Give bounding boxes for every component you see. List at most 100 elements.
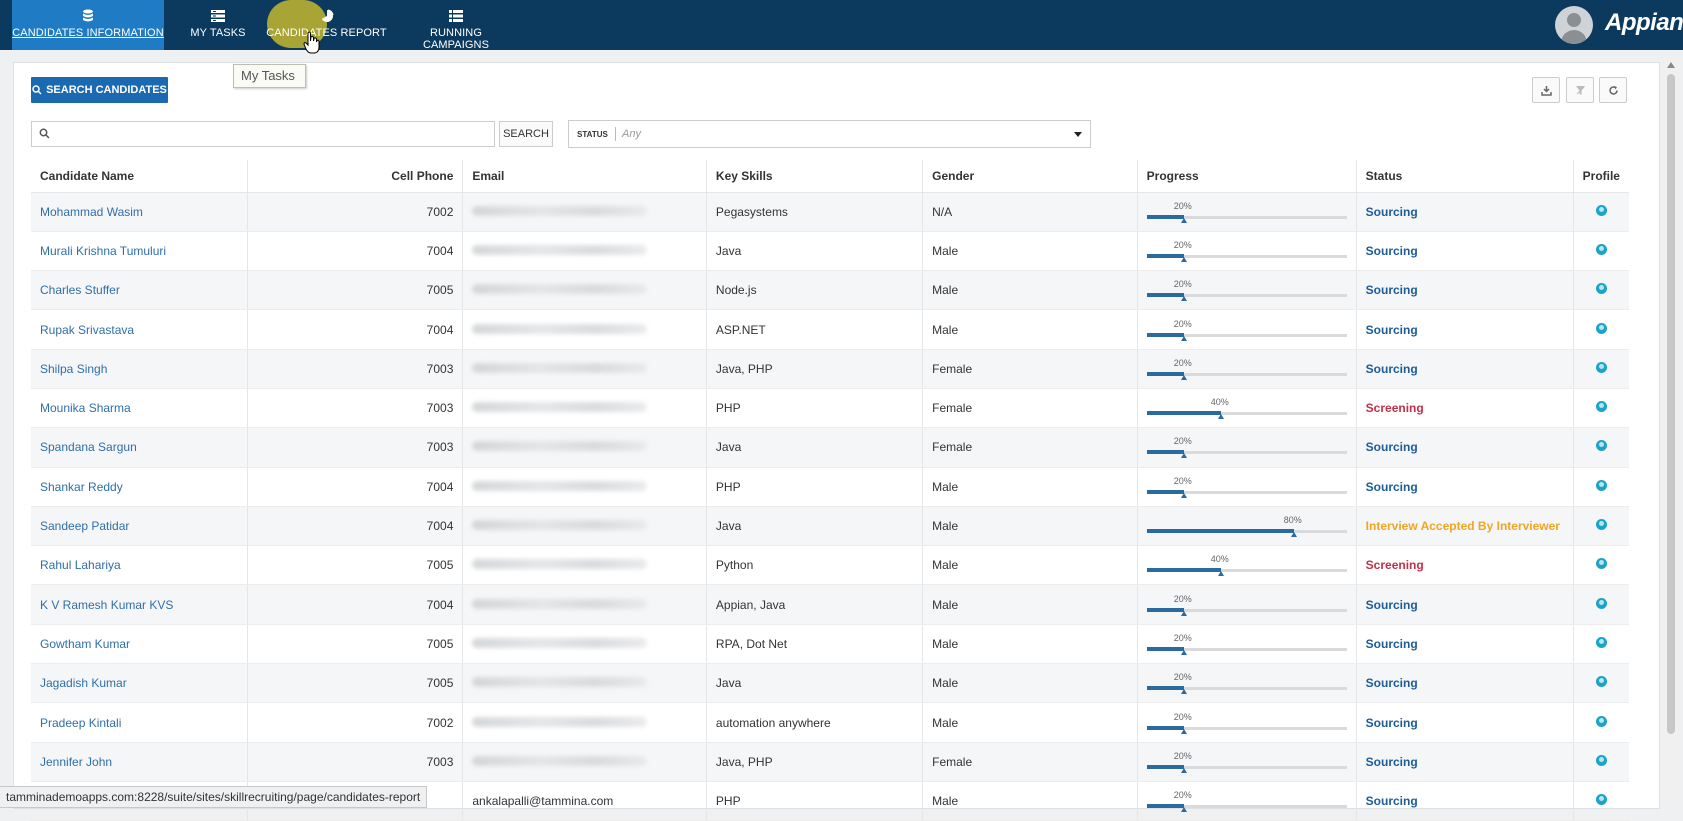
candidate-name-link[interactable]: K V Ramesh Kumar KVS	[40, 598, 173, 612]
candidate-name-cell[interactable]: Jennifer John	[31, 742, 248, 782]
profile-cell[interactable]	[1572, 270, 1629, 311]
candidate-name-cell[interactable]: Rupak Srivastava	[31, 309, 248, 350]
candidate-name-link[interactable]: Spandana Sargun	[40, 440, 137, 454]
table-row[interactable]: Charles Stuffer 7005 Node.js Male 20% Sourcin…	[31, 270, 1629, 311]
candidate-name-link[interactable]: Mohammad Wasim	[40, 205, 143, 219]
profile-icon[interactable]	[1595, 479, 1607, 491]
table-row[interactable]: Pradeep Kintali 7002 automation anywhere Ma…	[31, 702, 1629, 743]
candidate-name-link[interactable]: Jagadish Kumar	[40, 676, 127, 690]
candidate-name-link[interactable]: Mounika Sharma	[40, 401, 131, 415]
candidate-name-link[interactable]: Gowtham Kumar	[40, 637, 130, 651]
profile-icon[interactable]	[1595, 401, 1607, 413]
table-row[interactable]: Murali Krishna Tumuluri 7004 Java Male 20% So…	[31, 231, 1629, 272]
candidate-name-cell[interactable]: Spandana Sargun	[31, 427, 248, 468]
candidate-name-cell[interactable]: Shankar Reddy	[31, 467, 248, 507]
profile-icon[interactable]	[1595, 794, 1607, 806]
candidate-name-cell[interactable]: Shilpa Singh	[31, 349, 248, 389]
profile-cell[interactable]	[1572, 742, 1629, 782]
candidate-name-link[interactable]: Sandeep Patidar	[40, 519, 129, 533]
profile-icon[interactable]	[1595, 204, 1607, 216]
candidate-name-cell[interactable]: K V Ramesh Kumar KVS	[31, 584, 248, 625]
profile-icon[interactable]	[1595, 283, 1607, 295]
search-field[interactable]	[31, 121, 495, 147]
candidate-name-link[interactable]: Shilpa Singh	[40, 362, 107, 376]
table-row[interactable]: Rahul Lahariya 7005 Python Male 40% Screening	[31, 545, 1629, 586]
search-input[interactable]	[54, 122, 490, 146]
candidate-name-link[interactable]: Rupak Srivastava	[40, 323, 134, 337]
table-row[interactable]: Jennifer John 7003 Java, PHP Female 20% Sourc…	[31, 742, 1629, 782]
table-row[interactable]: K V Ramesh Kumar KVS 7004 Appian, Java Male…	[31, 584, 1629, 625]
profile-cell[interactable]	[1572, 309, 1629, 350]
profile-cell[interactable]	[1572, 545, 1629, 586]
profile-cell[interactable]	[1572, 349, 1629, 389]
candidate-name-link[interactable]: Murali Krishna Tumuluri	[40, 244, 166, 258]
header-cell-phone[interactable]: Cell Phone	[246, 160, 463, 193]
scrollbar-thumb[interactable]	[1667, 74, 1675, 734]
candidate-name-cell[interactable]: Pradeep Kintali	[31, 702, 248, 743]
status-dropdown[interactable]: STATUS Any	[568, 120, 1091, 148]
candidate-name-link[interactable]: Jennifer John	[40, 755, 112, 769]
tab-candidates-information[interactable]: CANDIDATES INFORMATION	[12, 0, 164, 50]
profile-icon[interactable]	[1595, 676, 1607, 688]
user-avatar[interactable]	[1555, 6, 1593, 44]
table-row[interactable]: Spandana Sargun 7003 Java Female 20% Sourcing	[31, 427, 1629, 468]
profile-icon[interactable]	[1595, 243, 1607, 255]
table-row[interactable]: Jagadish Kumar 7005 Java Male 20% Sourcing	[31, 663, 1629, 704]
profile-icon[interactable]	[1595, 440, 1607, 452]
header-email[interactable]: Email	[462, 160, 707, 193]
profile-icon[interactable]	[1595, 361, 1607, 373]
scroll-up-arrow-icon[interactable]	[1667, 62, 1675, 68]
candidate-name-link[interactable]: Pradeep Kintali	[40, 716, 121, 730]
profile-cell[interactable]	[1572, 388, 1629, 429]
profile-icon[interactable]	[1595, 636, 1607, 648]
header-candidate-name[interactable]: Candidate Name	[31, 160, 248, 193]
tab-candidates-report[interactable]: CANDIDATES REPORT	[265, 0, 388, 50]
header-key-skills[interactable]: Key Skills	[705, 160, 923, 193]
table-row[interactable]: Shilpa Singh 7003 Java, PHP Female 20% Sourci…	[31, 349, 1629, 389]
profile-cell[interactable]	[1572, 467, 1629, 507]
profile-icon[interactable]	[1595, 754, 1607, 766]
profile-cell[interactable]	[1572, 702, 1629, 743]
header-progress[interactable]: Progress	[1136, 160, 1357, 193]
search-button[interactable]: SEARCH	[499, 121, 553, 147]
table-row[interactable]: Rupak Srivastava 7004 ASP.NET Male 20% Sourci…	[31, 309, 1629, 350]
candidate-name-link[interactable]: Charles Stuffer	[40, 283, 120, 297]
profile-icon[interactable]	[1595, 597, 1607, 609]
profile-cell[interactable]	[1572, 192, 1629, 232]
profile-cell[interactable]	[1572, 506, 1629, 547]
candidate-name-cell[interactable]: Jagadish Kumar	[31, 663, 248, 704]
table-row[interactable]: Sandeep Patidar 7004 Java Male 80% Interview …	[31, 506, 1629, 547]
candidate-name-link[interactable]: Rahul Lahariya	[40, 558, 121, 572]
header-gender[interactable]: Gender	[922, 160, 1138, 193]
candidate-name-cell[interactable]: Charles Stuffer	[31, 270, 248, 311]
candidate-name-cell[interactable]: Mohammad Wasim	[31, 192, 248, 232]
candidate-name-cell[interactable]: Sandeep Patidar	[31, 506, 248, 547]
profile-cell[interactable]	[1572, 427, 1629, 468]
profile-icon[interactable]	[1595, 322, 1607, 334]
search-candidates-button[interactable]: SEARCH CANDIDATES	[31, 77, 168, 103]
header-status[interactable]: Status	[1355, 160, 1574, 193]
profile-cell[interactable]	[1572, 624, 1629, 665]
tab-my-tasks[interactable]: MY TASKS	[180, 0, 256, 50]
profile-cell[interactable]	[1572, 231, 1629, 272]
profile-icon[interactable]	[1595, 715, 1607, 727]
vertical-scrollbar[interactable]	[1665, 58, 1677, 809]
download-button[interactable]	[1532, 77, 1560, 103]
clear-filters-button[interactable]	[1566, 77, 1594, 103]
table-row[interactable]: Shankar Reddy 7004 PHP Male 20% Sourcing	[31, 467, 1629, 507]
table-row[interactable]: Gowtham Kumar 7005 RPA, Dot Net Male 20% Sour…	[31, 624, 1629, 665]
tab-running-campaigns[interactable]: RUNNING CAMPAIGNS	[396, 0, 516, 51]
profile-cell[interactable]	[1572, 781, 1629, 821]
candidate-name-cell[interactable]: Rahul Lahariya	[31, 545, 248, 586]
candidate-name-link[interactable]: Shankar Reddy	[40, 480, 123, 494]
refresh-button[interactable]	[1599, 77, 1627, 103]
candidate-name-cell[interactable]: Gowtham Kumar	[31, 624, 248, 665]
candidate-name-cell[interactable]: Mounika Sharma	[31, 388, 248, 429]
profile-cell[interactable]	[1572, 663, 1629, 704]
table-row[interactable]: Mounika Sharma 7003 PHP Female 40% Screening	[31, 388, 1629, 429]
profile-icon[interactable]	[1595, 519, 1607, 531]
profile-icon[interactable]	[1595, 558, 1607, 570]
candidate-name-cell[interactable]: Murali Krishna Tumuluri	[31, 231, 248, 272]
profile-cell[interactable]	[1572, 584, 1629, 625]
table-row[interactable]: Mohammad Wasim 7002 Pegasystems N/A 20% Sourc…	[31, 192, 1629, 232]
